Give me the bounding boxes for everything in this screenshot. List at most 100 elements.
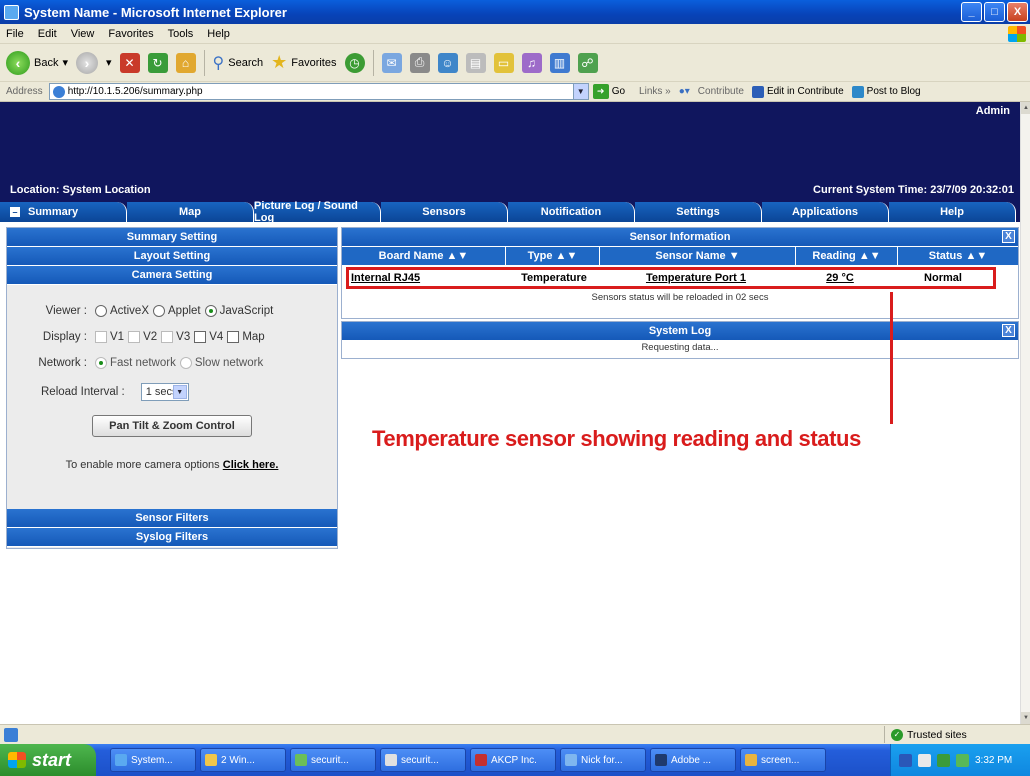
taskbar-item[interactable]: AKCP Inc.	[470, 748, 556, 772]
close-icon[interactable]: X	[1002, 324, 1015, 337]
favorites-label: Favorites	[291, 56, 337, 69]
history-icon[interactable]: ◷	[344, 52, 365, 73]
tab-applications[interactable]: Applications	[762, 202, 889, 222]
click-here-link[interactable]: Click here.	[223, 459, 279, 471]
chevron-down-icon[interactable]: ▼	[172, 385, 187, 399]
go-button[interactable]: ➜ Go	[592, 84, 625, 99]
summary-setting-bar[interactable]: Summary Setting	[7, 228, 337, 247]
display-v2-checkbox[interactable]	[128, 331, 141, 343]
tab-settings[interactable]: Settings	[635, 202, 762, 222]
contribute-icon[interactable]: ●▾	[679, 86, 690, 97]
viewer-applet-radio[interactable]	[153, 305, 165, 317]
mail-icon[interactable]: ✉	[381, 52, 402, 73]
address-dropdown-icon[interactable]: ▼	[572, 84, 588, 99]
scroll-down-icon[interactable]: ▼	[1021, 712, 1030, 724]
reload-interval-select[interactable]: 1 secs ▼	[140, 383, 189, 401]
contribute-label[interactable]: Contribute	[698, 86, 744, 97]
camera-settings: Viewer : ActiveX Applet JavaScript Displ…	[7, 285, 337, 509]
maximize-button[interactable]: □	[984, 2, 1005, 22]
menu-tools[interactable]: Tools	[168, 28, 194, 40]
edit-in-contribute-button[interactable]: Edit in Contribute	[751, 85, 844, 98]
camera-setting-bar[interactable]: Camera Setting	[7, 266, 337, 285]
reading-cell[interactable]: 29 °C	[787, 272, 893, 284]
display-v4-checkbox[interactable]	[194, 331, 207, 343]
folder-icon[interactable]: ▭	[493, 52, 514, 73]
links-button[interactable]: Links »	[639, 86, 671, 97]
back-button[interactable]: ‹ Back ▾	[6, 50, 68, 75]
tab-sensors[interactable]: Sensors	[381, 202, 508, 222]
page-scrollbar[interactable]: ▲ ▼	[1020, 102, 1030, 724]
forward-dropdown-icon[interactable]: ▾	[106, 56, 112, 69]
search-button[interactable]: ⚲ Search	[213, 53, 264, 73]
start-button[interactable]: start	[0, 744, 96, 776]
research-icon[interactable]: ▥	[549, 52, 570, 73]
taskbar-item[interactable]: System...	[110, 748, 196, 772]
taskbar-item[interactable]: 2 Win...	[200, 748, 286, 772]
edit-icon[interactable]: ▤	[465, 52, 486, 73]
post-to-blog-button[interactable]: Post to Blog	[851, 85, 921, 98]
viewer-javascript-radio[interactable]	[204, 305, 217, 317]
tab-help[interactable]: Help	[889, 202, 1016, 222]
menu-view[interactable]: View	[71, 28, 95, 40]
menu-edit[interactable]: Edit	[38, 28, 57, 40]
minimize-button[interactable]: _	[961, 2, 982, 22]
security-icon[interactable]	[956, 753, 969, 767]
sensor-name-link[interactable]: Temperature Port 1	[646, 272, 746, 284]
scroll-up-icon[interactable]: ▲	[1021, 102, 1030, 114]
user-label[interactable]: Admin	[976, 105, 1010, 117]
tab-picture-log[interactable]: Picture Log / Sound Log	[254, 200, 381, 224]
column-status[interactable]: Status ▲▼	[898, 247, 1018, 265]
column-sensor-name[interactable]: Sensor Name ▼	[600, 247, 796, 265]
column-board-name[interactable]: Board Name ▲▼	[342, 247, 506, 265]
sensor-name-cell[interactable]: Temperature Port 1	[605, 272, 787, 284]
collapse-icon[interactable]: –	[10, 207, 20, 217]
menu-file[interactable]: File	[6, 28, 24, 40]
tab-notification[interactable]: Notification	[508, 202, 635, 222]
address-input[interactable]: http://10.1.5.206/summary.php ▼	[48, 83, 589, 100]
display-v3-checkbox[interactable]	[161, 331, 174, 343]
network-slow-radio[interactable]	[179, 357, 192, 369]
close-button[interactable]: X	[1007, 2, 1028, 22]
help-icon[interactable]	[899, 753, 912, 767]
taskbar-item-label: System...	[131, 754, 173, 766]
pan-tilt-zoom-button[interactable]: Pan Tilt & Zoom Control	[92, 415, 252, 437]
column-reading[interactable]: Reading ▲▼	[796, 247, 898, 265]
close-icon[interactable]: X	[1002, 230, 1015, 243]
reading-link[interactable]: 29 °C	[826, 272, 854, 284]
media-icon[interactable]: ♫	[521, 52, 542, 73]
menu-favorites[interactable]: Favorites	[108, 28, 153, 40]
taskbar-item[interactable]: Nick for...	[560, 748, 646, 772]
board-name-link[interactable]: Internal RJ45	[351, 272, 420, 284]
network-fast-label: Fast network	[110, 357, 176, 369]
taskbar-item[interactable]: Adobe ...	[650, 748, 736, 772]
menu-help[interactable]: Help	[207, 28, 230, 40]
display-map-checkbox[interactable]	[227, 331, 240, 343]
sensor-filters-bar[interactable]: Sensor Filters	[7, 509, 337, 528]
viewer-activex-radio[interactable]	[95, 305, 107, 317]
taskbar-item[interactable]: securit...	[290, 748, 376, 772]
display-v1-checkbox[interactable]	[95, 331, 107, 343]
volume-icon[interactable]	[937, 753, 950, 767]
home-icon[interactable]: ⌂	[175, 52, 196, 73]
print-icon[interactable]: ⎙	[409, 52, 430, 73]
stop-icon[interactable]: ✕	[119, 52, 140, 73]
users-icon[interactable]: ☍	[577, 52, 598, 73]
settings-panel: Summary Setting Layout Setting Camera Se…	[6, 227, 338, 549]
network-fast-radio[interactable]	[95, 357, 107, 369]
back-dropdown-icon[interactable]: ▾	[62, 56, 68, 69]
taskbar-item[interactable]: screen...	[740, 748, 826, 772]
network-icon[interactable]	[918, 753, 931, 767]
clock[interactable]: 3:32 PM	[975, 755, 1012, 766]
favorites-button[interactable]: ★ Favorites	[271, 52, 336, 73]
forward-button[interactable]: ›	[76, 51, 98, 74]
tab-map[interactable]: Map	[127, 202, 254, 222]
syslog-filters-bar[interactable]: Syslog Filters	[7, 528, 337, 547]
refresh-icon[interactable]: ↻	[147, 52, 168, 73]
tab-summary[interactable]: – Summary	[0, 202, 127, 222]
column-type[interactable]: Type ▲▼	[506, 247, 600, 265]
messenger-icon[interactable]: ☺	[437, 52, 458, 73]
taskbar-item[interactable]: securit...	[380, 748, 466, 772]
network-label: Network :	[38, 357, 87, 369]
layout-setting-bar[interactable]: Layout Setting	[7, 247, 337, 266]
board-name-cell[interactable]: Internal RJ45	[349, 272, 503, 284]
